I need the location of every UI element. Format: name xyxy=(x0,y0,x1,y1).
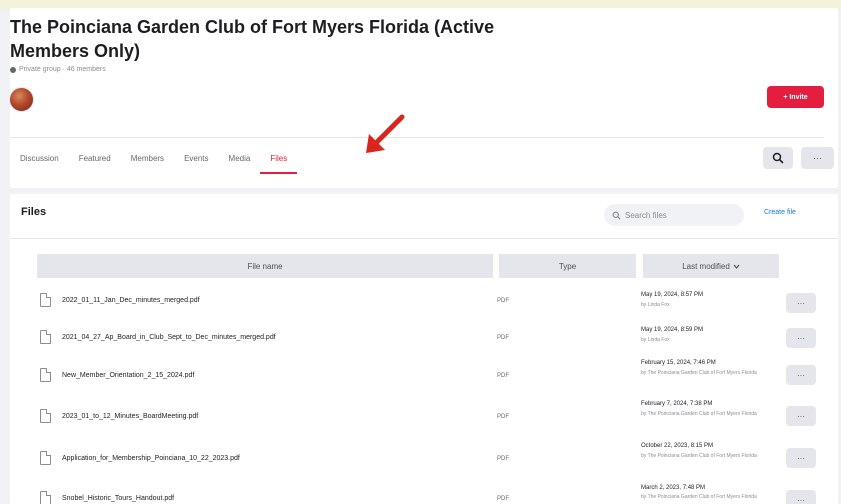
modified-by: by The Poinciana Garden Club of Fort Mye… xyxy=(641,494,757,500)
group-meta-text: Private group · 46 members xyxy=(19,66,106,73)
group-meta: Private group · 46 members xyxy=(10,66,106,73)
table-row: Application_for_Membership_Poinciana_10_… xyxy=(37,440,819,476)
modified-date: February 15, 2024, 7:46 PM xyxy=(641,360,716,366)
table-row: 2021_04_27_Ap_Board_in_Club_Sept_to_Dec_… xyxy=(37,320,819,356)
table-row: Snobel_Historic_Tours_Handout.pdf PDF Ma… xyxy=(37,482,819,504)
header-divider xyxy=(10,137,824,138)
modified-date: May 19, 2024, 8:57 PM xyxy=(641,292,704,298)
modified-date: March 2, 2023, 7:48 PM xyxy=(641,485,706,491)
file-type: PDF xyxy=(497,496,509,502)
file-name-link[interactable]: 2021_04_27_Ap_Board_in_Club_Sept_to_Dec_… xyxy=(62,334,276,341)
row-more-button[interactable]: ··· xyxy=(786,365,816,385)
file-type: PDF xyxy=(497,335,509,341)
member-avatar[interactable] xyxy=(9,87,34,112)
column-header-file-name[interactable]: File name xyxy=(37,254,493,278)
tab-members[interactable]: Members xyxy=(121,142,174,174)
file-type: PDF xyxy=(497,414,509,420)
file-type: PDF xyxy=(497,298,509,304)
group-tabs: Discussion Featured Members Events Media… xyxy=(10,142,298,174)
file-name-link[interactable]: 2022_01_11_Jan_Dec_minutes_merged.pdf xyxy=(62,297,200,304)
table-row: 2023_01_to_12_Minutes_BoardMeeting.pdf P… xyxy=(37,398,819,434)
more-options-button[interactable]: ··· xyxy=(801,147,834,169)
file-icon xyxy=(40,491,51,504)
table-row: 2022_01_11_Jan_Dec_minutes_merged.pdf PD… xyxy=(37,284,819,320)
modified-by: by The Poinciana Garden Club of Fort Mye… xyxy=(641,453,757,459)
row-more-button[interactable]: ··· xyxy=(786,448,816,468)
file-type: PDF xyxy=(497,456,509,462)
row-more-button[interactable]: ··· xyxy=(786,406,816,426)
privacy-icon xyxy=(10,66,16,73)
tab-discussion[interactable]: Discussion xyxy=(10,142,69,174)
chevron-down-icon xyxy=(733,264,740,269)
file-icon xyxy=(40,451,51,465)
column-header-last-modified[interactable]: Last modified xyxy=(643,254,779,278)
row-more-button[interactable]: ··· xyxy=(786,293,816,313)
create-file-link[interactable]: Create file xyxy=(764,209,796,216)
table-row: New_Member_Orientation_2_15_2024.pdf PDF… xyxy=(37,357,819,393)
file-name-link[interactable]: 2023_01_to_12_Minutes_BoardMeeting.pdf xyxy=(62,413,198,420)
tab-media[interactable]: Media xyxy=(219,142,261,174)
file-name-link[interactable]: Snobel_Historic_Tours_Handout.pdf xyxy=(62,495,174,502)
group-title: The Poinciana Garden Club of Fort Myers … xyxy=(10,17,495,61)
file-search-input[interactable] xyxy=(625,210,735,220)
search-icon xyxy=(772,152,784,164)
file-search-box[interactable] xyxy=(604,204,744,226)
modified-date: February 7, 2024, 7:38 PM xyxy=(641,401,713,407)
column-header-type[interactable]: Type xyxy=(499,254,636,278)
modified-date: May 19, 2024, 8:59 PM xyxy=(641,327,704,333)
modified-by: by Linda Fox xyxy=(641,302,670,308)
modified-by: by The Poinciana Garden Club of Fort Mye… xyxy=(641,411,757,417)
file-icon xyxy=(40,368,51,382)
file-name-link[interactable]: Application_for_Membership_Poinciana_10_… xyxy=(62,455,240,462)
search-icon xyxy=(612,211,621,219)
file-icon xyxy=(40,293,51,307)
file-icon xyxy=(40,330,51,344)
file-name-link[interactable]: New_Member_Orientation_2_15_2024.pdf xyxy=(62,372,194,379)
file-type: PDF xyxy=(497,373,509,379)
files-title: Files xyxy=(21,206,47,218)
tab-featured[interactable]: Featured xyxy=(69,142,121,174)
modified-by: by Linda Fox xyxy=(641,337,670,343)
row-more-button[interactable]: ··· xyxy=(786,328,816,348)
modified-date: October 22, 2023, 8:15 PM xyxy=(641,443,714,449)
file-icon xyxy=(40,409,51,423)
row-more-button[interactable]: ··· xyxy=(786,490,816,504)
card-divider xyxy=(10,238,838,239)
red-arrow-annotation xyxy=(366,114,405,153)
modified-by: by The Poinciana Garden Club of Fort Mye… xyxy=(641,370,757,376)
group-search-button[interactable] xyxy=(763,147,793,169)
tab-files[interactable]: Files xyxy=(260,142,298,174)
invite-button[interactable]: + Invite xyxy=(767,86,824,108)
last-modified-label: Last modified xyxy=(682,261,730,271)
tab-events[interactable]: Events xyxy=(174,142,218,174)
